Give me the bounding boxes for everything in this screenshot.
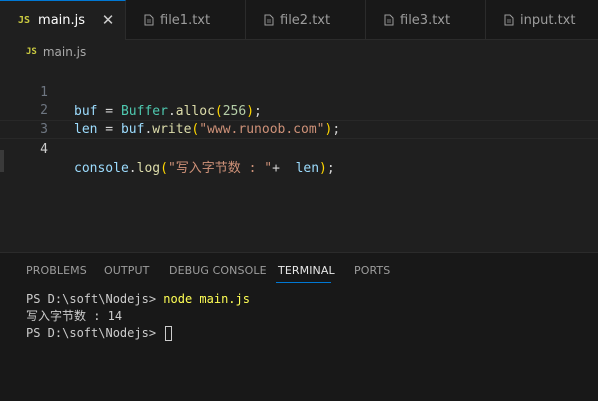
tab-file2-txt[interactable]: file2.txt [246,0,366,40]
tab-input-txt[interactable]: input.txt [486,0,598,40]
breadcrumb-file[interactable]: main.js [43,45,86,59]
code-token: log [136,161,161,176]
tab-terminal[interactable]: TERMINAL [278,264,335,277]
tab-main-js[interactable]: JS main.js ✕ [0,0,126,40]
tab-label: file2.txt [280,12,331,28]
code-token: "写入字节数 : " [167,161,273,176]
file-icon [504,14,514,26]
editor-scroll-marker [0,150,4,172]
file-icon [144,14,154,26]
code-line[interactable]: 2 len = buf.write("www.runoob.com"); [0,82,598,137]
tab-debug-console[interactable]: DEBUG CONSOLE [169,264,267,277]
terminal-cursor[interactable] [165,326,173,341]
js-icon: JS [18,15,31,26]
code-token: + [272,161,296,176]
tab-label: main.js [38,13,86,28]
tab-label: input.txt [520,12,576,28]
code-token: ( [160,161,168,176]
editor-tab-bar: JS main.js ✕ file1.txt file2.txt file3.t… [0,0,598,40]
close-icon[interactable]: ✕ [101,13,115,28]
code-content[interactable]: console.log("写入字节数 : "+ len); [74,159,335,178]
breadcrumb[interactable]: JS main.js [26,43,86,61]
tab-problems[interactable]: PROBLEMS [26,264,87,277]
tab-file3-txt[interactable]: file3.txt [366,0,486,40]
code-line-current[interactable]: 4 console.log("写入字节数 : "+ len); [0,120,598,176]
terminal-output-text: 写入字节数 : 14 [26,309,123,323]
code-token: ) [319,161,327,176]
code-token: . [128,161,137,176]
code-line[interactable]: 3 [0,101,598,137]
terminal-command: node main.js [163,292,250,306]
bottom-panel: PROBLEMS OUTPUT DEBUG CONSOLE TERMINAL P… [0,252,598,401]
file-icon [264,14,274,26]
code-token: ; [326,161,335,176]
tab-label: file3.txt [400,12,451,28]
terminal-line: PS D:\soft\Nodejs> node main.js [26,291,250,308]
terminal-output[interactable]: PS D:\soft\Nodejs> node main.js 写入字节数 : … [26,291,250,342]
tab-label: file1.txt [160,12,211,28]
tab-ports[interactable]: PORTS [354,264,390,277]
terminal-line: 写入字节数 : 14 [26,308,250,325]
terminal-prompt: PS D:\soft\Nodejs> [26,292,164,306]
terminal-prompt: PS D:\soft\Nodejs> [26,326,164,340]
code-line[interactable]: 1 buf = Buffer.alloc(256); [0,64,598,119]
line-number: 4 [40,142,48,157]
vscode-window: JS main.js ✕ file1.txt file2.txt file3.t… [0,0,598,401]
active-tab-underline [276,282,331,283]
code-editor[interactable]: 1 buf = Buffer.alloc(256); 2 len = buf.w… [0,62,598,252]
file-icon [384,14,394,26]
tab-file1-txt[interactable]: file1.txt [126,0,246,40]
panel-tab-bar: PROBLEMS OUTPUT DEBUG CONSOLE TERMINAL P… [0,253,598,289]
code-token: len [295,161,320,176]
code-token: console [74,161,129,176]
js-icon: JS [26,47,37,57]
tab-output[interactable]: OUTPUT [104,264,149,277]
terminal-line: PS D:\soft\Nodejs> [26,325,250,342]
